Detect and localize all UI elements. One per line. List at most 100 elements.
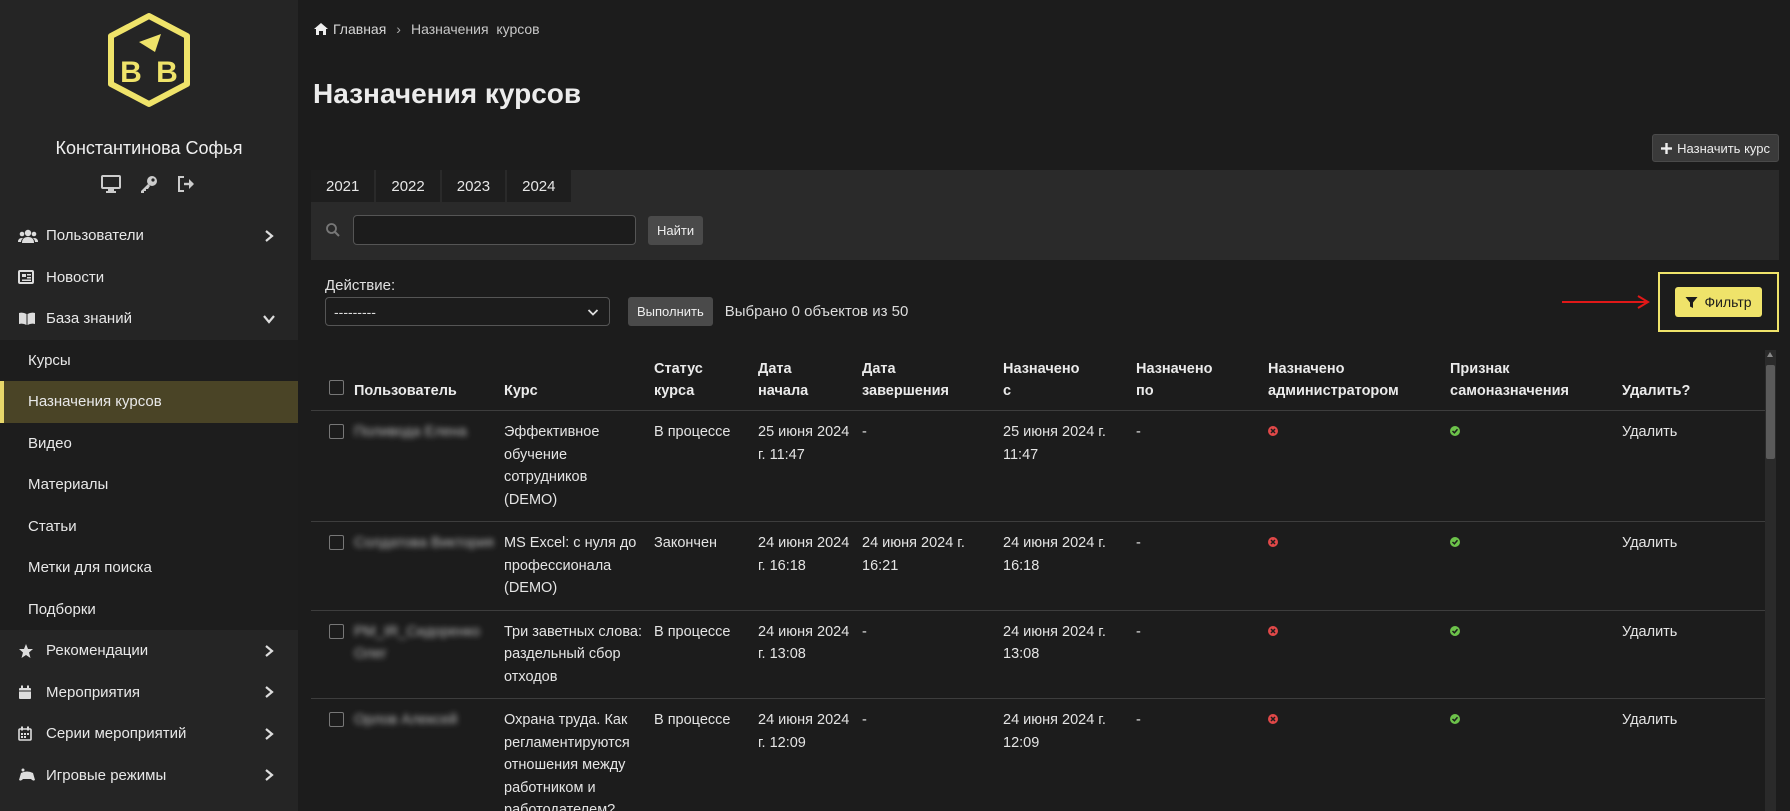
end-date-cell: 24 июня 2024 г. 16:21 [862, 521, 1003, 611]
sidebar-item-label: База знаний [46, 310, 132, 328]
sidebar-item-recommendations[interactable]: Рекомендации [0, 630, 298, 672]
book-icon [18, 311, 38, 327]
bulk-actions: Действие: --------- Выполнить Выбрано 0 … [325, 277, 908, 326]
action-select[interactable]: --------- [325, 297, 610, 326]
filter-label: Фильтр [1704, 294, 1752, 310]
sidebar-item-label: Метки для поиска [28, 559, 152, 577]
sidebar-item-label: Серии мероприятий [46, 725, 187, 743]
delete-link[interactable]: Удалить [1622, 610, 1765, 699]
assign-course-label: Назначить курс [1677, 140, 1770, 156]
sidebar-item-collections[interactable]: Подборки [0, 589, 298, 631]
col-self-assigned[interactable]: Признак самоназначения [1450, 350, 1622, 411]
chevron-right-icon [265, 686, 274, 699]
key-icon[interactable] [138, 173, 160, 195]
sidebar-item-label: Видео [28, 434, 72, 452]
assign-course-button[interactable]: Назначить курс [1652, 134, 1779, 162]
row-checkbox[interactable] [329, 424, 344, 439]
scrollbar-thumb[interactable] [1766, 365, 1775, 459]
course-cell[interactable]: Три заветных слова: раздельный сбор отхо… [504, 610, 654, 699]
logo[interactable]: B B [0, 0, 298, 120]
sidebar-item-label: Подборки [28, 600, 96, 618]
user-name-cell[interactable]: Солдатова Виктория [354, 535, 494, 551]
sidebar-item-label: Игровые режимы [46, 766, 167, 784]
sidebar-item-materials[interactable]: Материалы [0, 464, 298, 506]
logout-icon[interactable] [176, 173, 198, 195]
main-content: Главная › Назначения курсов Назначения к… [298, 0, 1790, 811]
sidebar-item-video[interactable]: Видео [0, 423, 298, 465]
select-all-cell [311, 350, 354, 411]
star-icon [18, 643, 38, 659]
select-all-checkbox[interactable] [329, 380, 344, 395]
breadcrumb-home-label: Главная [333, 21, 387, 37]
logo-icon: B B [108, 13, 190, 107]
sidebar-item-users[interactable]: Пользователи [0, 215, 298, 257]
assigned-to-cell: - [1136, 521, 1268, 611]
breadcrumb-home[interactable]: Главная [313, 21, 386, 37]
chevron-right-icon [265, 769, 274, 782]
course-cell[interactable]: Эффективное обучение сотрудников (DEMO) [504, 410, 654, 522]
tab-2023[interactable]: 2023 [441, 170, 506, 202]
col-start-date[interactable]: Дата начала [758, 350, 862, 411]
tab-2024[interactable]: 2024 [507, 170, 571, 202]
home-icon [314, 23, 328, 35]
row-checkbox[interactable] [329, 712, 344, 727]
row-checkbox[interactable] [329, 623, 344, 639]
sidebar-item-knowledge-base[interactable]: База знаний [0, 298, 298, 340]
row-checkbox[interactable] [329, 535, 344, 550]
yes-icon [1450, 537, 1460, 547]
sidebar-item-label: Пользователи [46, 227, 144, 245]
delete-link[interactable]: Удалить [1622, 698, 1765, 811]
table-scrollbar[interactable] [1765, 350, 1776, 811]
users-icon [18, 228, 38, 244]
calendar-grid-icon [18, 726, 38, 742]
sidebar-item-event-series[interactable]: Серии мероприятий [0, 713, 298, 755]
delete-link[interactable]: Удалить [1622, 410, 1765, 522]
gamepad-icon [18, 767, 38, 783]
scroll-up-arrow-icon[interactable] [1767, 352, 1773, 357]
breadcrumb: Главная › Назначения курсов [313, 21, 540, 37]
newspaper-icon [18, 269, 38, 285]
sidebar-item-events[interactable]: Мероприятия [0, 672, 298, 714]
selection-counter: Выбрано 0 объектов из 50 [724, 303, 909, 320]
status-cell: В процессе [654, 610, 758, 699]
end-date-cell: - [862, 698, 1003, 811]
search-input[interactable] [353, 215, 636, 245]
sidebar-item-search-tags[interactable]: Метки для поиска [0, 547, 298, 589]
user-name-cell[interactable]: Орлов Алексей [354, 712, 457, 728]
sidebar-item-label: Мероприятия [46, 683, 141, 701]
sidebar-item-courses[interactable]: Курсы [0, 340, 298, 382]
col-course[interactable]: Курс [504, 350, 654, 411]
tab-2021[interactable]: 2021 [311, 170, 375, 202]
search-icon [326, 223, 340, 237]
col-assigned-by-admin[interactable]: Назначено администратором [1268, 350, 1450, 411]
chevron-down-icon [587, 309, 599, 316]
sidebar-item-course-assignments[interactable]: Назначения курсов [0, 381, 298, 423]
col-assigned-to[interactable]: Назначено по [1136, 350, 1268, 411]
funnel-icon [1685, 296, 1698, 308]
user-name-cell[interactable]: Поливода Елена [354, 424, 467, 440]
course-cell[interactable]: MS Excel: с нуля до профессионала (DEMO) [504, 521, 654, 611]
sidebar-item-news[interactable]: Новости [0, 257, 298, 299]
end-date-cell: - [862, 410, 1003, 522]
sidebar-item-game-modes[interactable]: Игровые режимы [0, 755, 298, 797]
search-button[interactable]: Найти [648, 215, 704, 245]
chevron-down-icon [263, 315, 275, 324]
course-cell[interactable]: Охрана труда. Как регламентируются отнош… [504, 698, 654, 811]
tab-2022[interactable]: 2022 [376, 170, 440, 202]
end-date-cell: - [862, 610, 1003, 699]
col-assigned-from[interactable]: Назначено с [1003, 350, 1136, 411]
user-name-cell[interactable]: PM_IR_Сидоренко Олег [354, 624, 480, 663]
col-status[interactable]: Статус курса [654, 350, 758, 411]
col-delete: Удалить? [1622, 350, 1765, 411]
desktop-icon[interactable] [100, 173, 122, 195]
delete-link[interactable]: Удалить [1622, 521, 1765, 611]
no-icon [1268, 625, 1278, 636]
run-action-button[interactable]: Выполнить [628, 297, 713, 326]
sidebar-item-articles[interactable]: Статьи [0, 506, 298, 548]
status-cell: В процессе [654, 698, 758, 811]
col-end-date[interactable]: Дата завершения [862, 350, 1003, 411]
filter-button[interactable]: Фильтр [1675, 287, 1762, 317]
assigned-to-cell: - [1136, 610, 1268, 699]
col-user[interactable]: Пользователь [354, 350, 504, 411]
chevron-right-icon [265, 644, 274, 657]
